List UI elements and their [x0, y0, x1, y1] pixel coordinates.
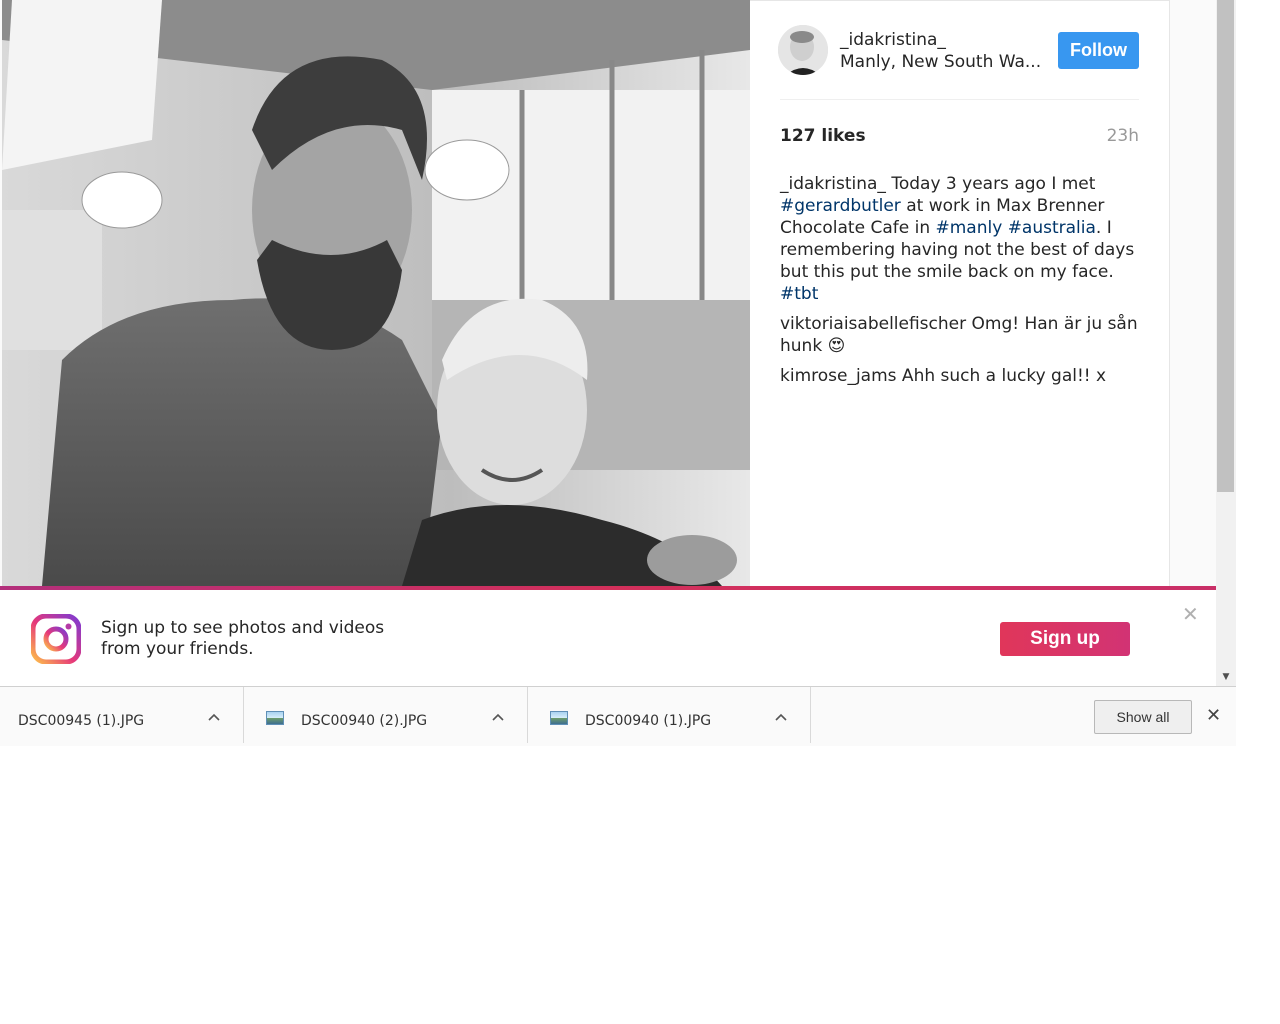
header-divider [780, 99, 1139, 100]
image-file-icon [550, 711, 568, 725]
signup-button[interactable]: Sign up [1000, 622, 1130, 656]
scroll-down-arrow-icon[interactable]: ▼ [1216, 668, 1236, 686]
hashtag-link[interactable]: #australia [1008, 218, 1096, 238]
post-username[interactable]: _idakristina_ [840, 30, 946, 50]
comment-item: kimrose_jams Ahh such a lucky gal!! x [780, 365, 1142, 387]
hashtag-link[interactable]: #tbt [780, 284, 818, 304]
comment-text: Ahh such a lucky gal!! x [896, 366, 1107, 386]
image-file-icon [266, 711, 284, 725]
downloads-bar: DSC00945 (1).JPG DSC00940 (2).JPG DSC009… [0, 686, 1236, 746]
chevron-up-icon[interactable] [492, 709, 504, 725]
scrollbar-thumb[interactable] [1217, 0, 1234, 492]
signup-banner: Sign up to see photos and videos from yo… [0, 586, 1216, 686]
download-item[interactable]: DSC00940 (1).JPG [528, 687, 811, 743]
instagram-logo-icon [30, 613, 82, 665]
download-item[interactable]: DSC00940 (2).JPG [244, 687, 528, 743]
close-icon[interactable]: ✕ [1182, 602, 1199, 626]
post-timestamp[interactable]: 23h [1107, 126, 1139, 146]
browser-viewport: _idakristina_ Manly, New South Wa... Fol… [0, 0, 1236, 686]
post-info-panel: _idakristina_ Manly, New South Wa... Fol… [750, 0, 1170, 586]
user-avatar[interactable] [778, 25, 828, 75]
download-filename[interactable]: DSC00940 (2).JPG [301, 713, 427, 729]
follow-button[interactable]: Follow [1058, 32, 1139, 69]
banner-accent-bar [0, 586, 1216, 590]
caption: _idakristina_ Today 3 years ago I met #g… [780, 173, 1142, 305]
likes-count[interactable]: 127 likes [780, 126, 866, 146]
chevron-up-icon[interactable] [208, 709, 220, 725]
download-filename[interactable]: DSC00945 (1).JPG [18, 713, 144, 729]
comment-username[interactable]: viktoriaisabellefischer [780, 314, 966, 334]
caption-text: Today 3 years ago I met [885, 174, 1096, 194]
post-location[interactable]: Manly, New South Wa... [840, 52, 1041, 72]
comment-username[interactable]: kimrose_jams [780, 366, 897, 386]
caption-username[interactable]: _idakristina_ [780, 174, 886, 194]
signup-prompt-text: Sign up to see photos and videos from yo… [101, 618, 385, 659]
download-filename[interactable]: DSC00940 (1).JPG [585, 713, 711, 729]
vertical-scrollbar[interactable]: ▼ [1216, 0, 1236, 686]
comments-list: _idakristina_ Today 3 years ago I met #g… [780, 173, 1142, 395]
chevron-up-icon[interactable] [775, 709, 787, 725]
comment-item: viktoriaisabellefischer Omg! Han är ju s… [780, 313, 1142, 357]
show-all-downloads-button[interactable]: Show all [1094, 700, 1192, 734]
post-photo[interactable] [2, 0, 750, 586]
hashtag-link[interactable]: #manly [936, 218, 1003, 238]
hashtag-link[interactable]: #gerardbutler [780, 196, 901, 216]
close-icon[interactable]: ✕ [1206, 705, 1221, 726]
download-item[interactable]: DSC00945 (1).JPG [0, 687, 244, 743]
